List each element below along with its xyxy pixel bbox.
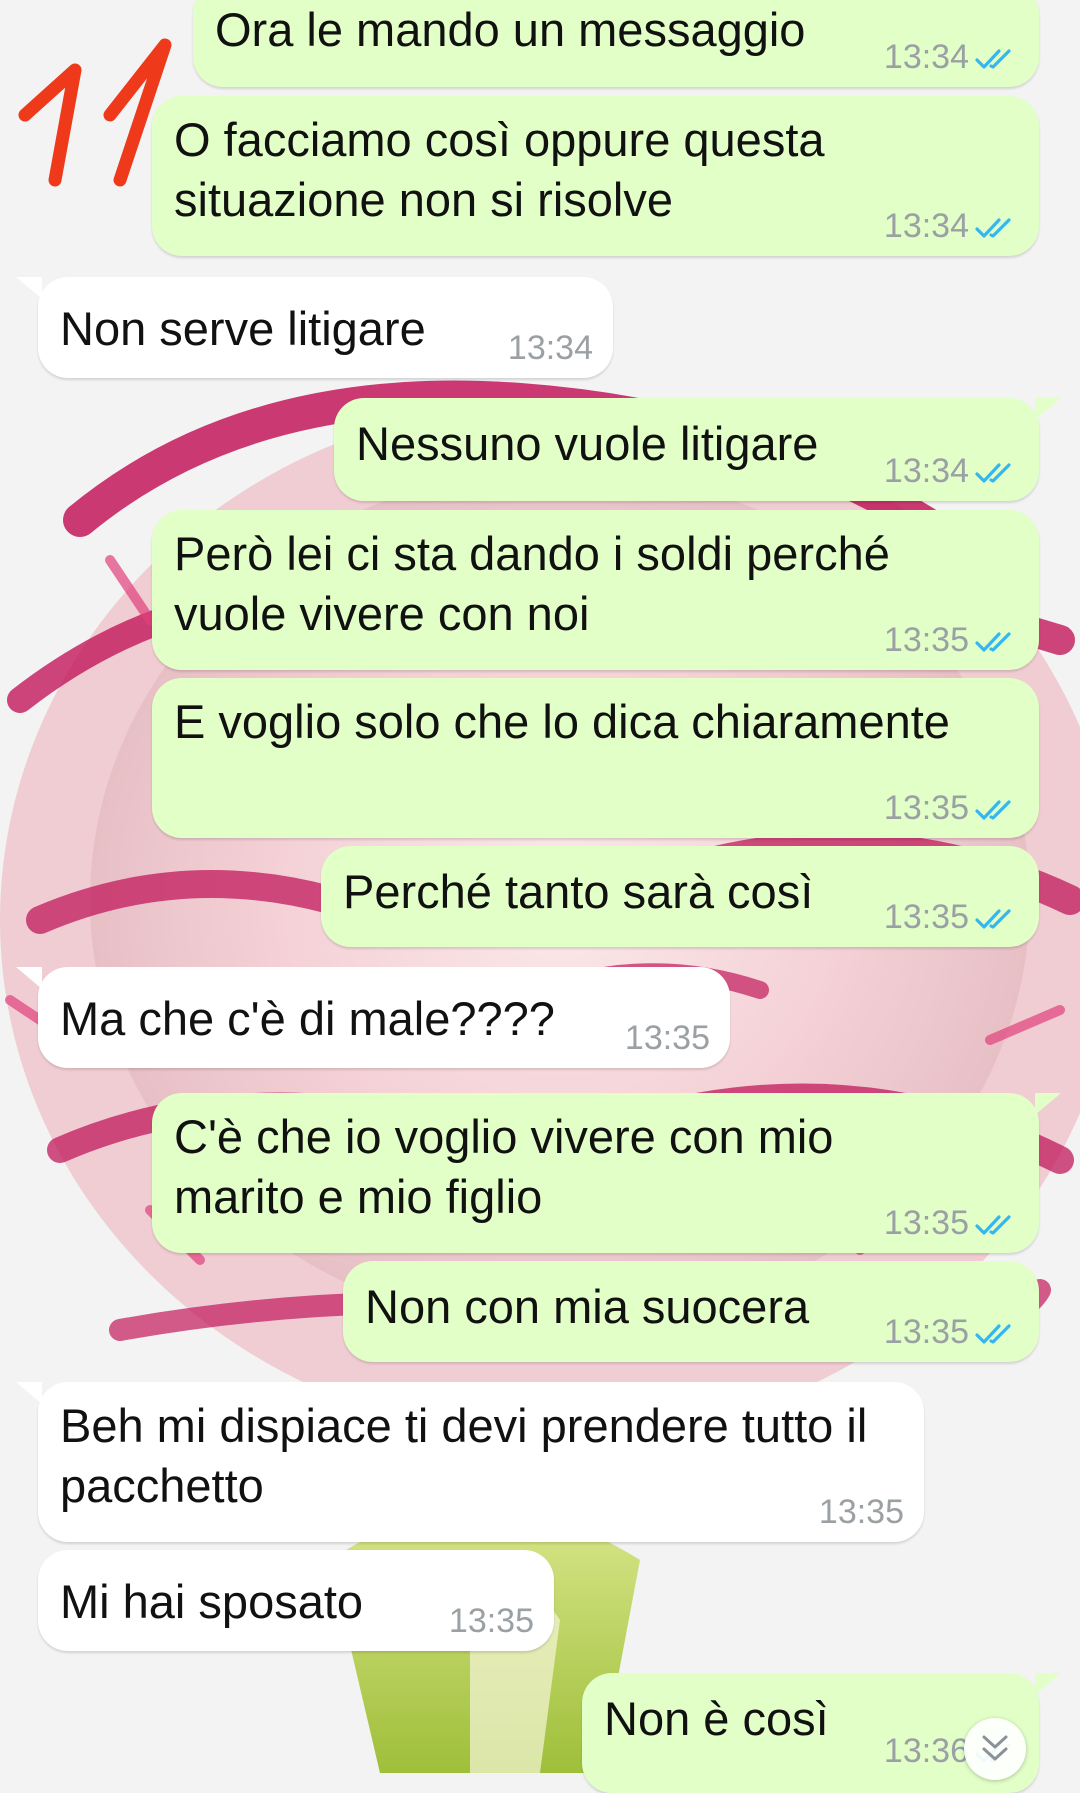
message-meta: 13:35 xyxy=(884,897,1019,937)
message-text: O facciamo così oppure questa situazione… xyxy=(174,113,825,226)
message-bubble-outgoing[interactable]: Nessuno vuole litigare 13:34 xyxy=(334,398,1061,501)
message-text: E voglio solo che lo dica chiaramente xyxy=(174,695,950,748)
message-time: 13:35 xyxy=(883,898,969,936)
message-meta: 13:35 xyxy=(625,1018,710,1058)
message-bubble-outgoing[interactable]: O facciamo così oppure questa situazione… xyxy=(152,96,1039,256)
message-bubble-outgoing[interactable]: C'è che io voglio vivere con mio marito … xyxy=(152,1093,1061,1253)
message-bubble-outgoing[interactable]: Perché tanto sarà così 13:35 xyxy=(321,846,1039,947)
bubble-tail xyxy=(1035,1093,1061,1115)
double-check-icon xyxy=(975,49,1011,69)
message-meta: 13:35 xyxy=(819,1492,904,1532)
bubble-tail xyxy=(16,1382,42,1404)
double-check-icon xyxy=(975,1215,1011,1235)
message-bubble-incoming[interactable]: Ma che c'è di male???? 13:35 xyxy=(16,967,730,1068)
bubble-tail xyxy=(1035,1673,1061,1695)
message-time: 13:35 xyxy=(883,1313,969,1351)
message-meta: 13:35 xyxy=(884,1312,1019,1352)
message-bubble-outgoing[interactable]: Ora le mando un messaggio 13:34 xyxy=(193,0,1039,87)
message-text: Beh mi dispiace ti devi prendere tutto i… xyxy=(60,1399,868,1512)
message-bubble-outgoing[interactable]: Però lei ci sta dando i soldi perché vuo… xyxy=(152,510,1039,670)
double-check-icon xyxy=(975,218,1011,238)
message-meta: 13:35 xyxy=(884,1203,1019,1243)
message-bubble-outgoing[interactable]: Non con mia suocera 13:35 xyxy=(343,1261,1039,1362)
message-text: Però lei ci sta dando i soldi perché vuo… xyxy=(174,527,890,640)
bubble-tail xyxy=(1035,398,1061,420)
message-meta: 13:35 xyxy=(884,788,1019,828)
chevron-double-down-icon xyxy=(982,1735,1008,1761)
message-time: 13:35 xyxy=(448,1602,534,1640)
handwritten-annotation-11 xyxy=(18,38,172,187)
double-check-icon xyxy=(975,463,1011,483)
message-meta: 13:34 xyxy=(884,37,1019,77)
message-time: 13:36 xyxy=(883,1732,969,1770)
message-meta: 13:35 xyxy=(884,620,1019,660)
message-meta: 13:34 xyxy=(884,206,1019,246)
message-time: 13:35 xyxy=(883,1204,969,1242)
message-bubble-incoming[interactable]: Mi hai sposato 13:35 xyxy=(38,1550,554,1651)
message-time: 13:35 xyxy=(624,1019,710,1057)
message-time: 13:34 xyxy=(507,329,593,367)
double-check-icon xyxy=(975,632,1011,652)
message-meta: 13:34 xyxy=(884,451,1019,491)
bubble-tail xyxy=(16,277,42,299)
message-time: 13:34 xyxy=(883,207,969,245)
scroll-to-bottom-button[interactable] xyxy=(964,1718,1026,1780)
double-check-icon xyxy=(975,1324,1011,1344)
message-time: 13:34 xyxy=(883,38,969,76)
message-text: Ma che c'è di male???? xyxy=(60,992,555,1045)
message-bubble-incoming[interactable]: Beh mi dispiace ti devi prendere tutto i… xyxy=(16,1382,924,1542)
message-time: 13:35 xyxy=(883,621,969,659)
message-time: 13:35 xyxy=(818,1493,904,1531)
bubble-tail xyxy=(16,967,42,989)
message-meta: 13:35 xyxy=(449,1601,534,1641)
message-text: C'è che io voglio vivere con mio marito … xyxy=(174,1110,834,1223)
message-time: 13:34 xyxy=(883,452,969,490)
double-check-icon xyxy=(975,909,1011,929)
message-time: 13:35 xyxy=(883,789,969,827)
double-check-icon xyxy=(975,800,1011,820)
message-meta: 13:34 xyxy=(508,328,593,368)
message-bubble-outgoing[interactable]: E voglio solo che lo dica chiaramente 13… xyxy=(152,678,1039,838)
message-bubble-incoming[interactable]: Non serve litigare 13:34 xyxy=(16,277,613,378)
